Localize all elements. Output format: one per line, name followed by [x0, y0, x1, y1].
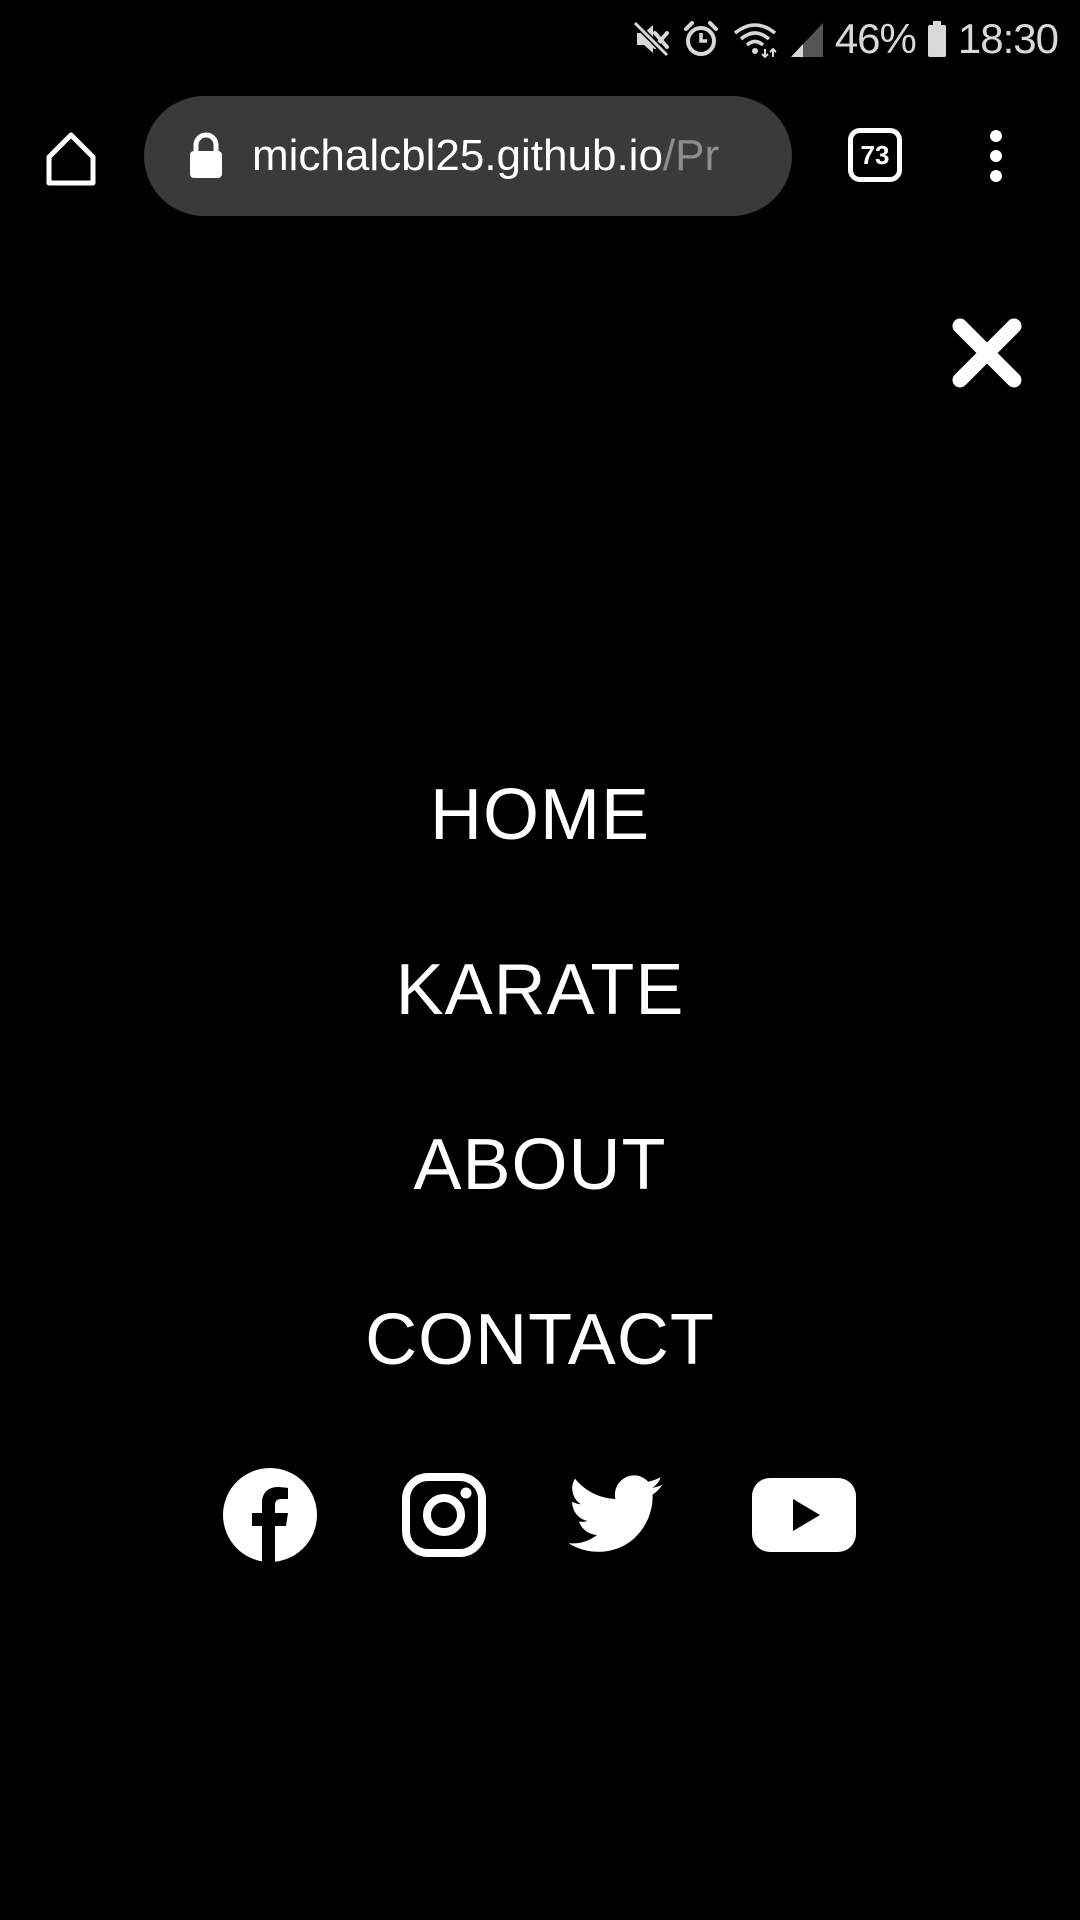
close-icon: [952, 318, 1022, 388]
status-icons: 46% 18:30: [631, 14, 1059, 64]
mute-icon: [631, 19, 671, 59]
alarm-icon: [681, 19, 721, 59]
nav-item-karate[interactable]: KARATE: [0, 935, 1080, 1110]
battery-percent: 46%: [834, 15, 917, 62]
tab-switcher-button[interactable]: 73: [848, 128, 902, 182]
nav-item-home[interactable]: HOME: [0, 760, 1080, 935]
youtube-icon: [752, 1478, 856, 1552]
url-host: michalcbl25.github.io: [252, 131, 663, 180]
address-bar[interactable]: michalcbl25.github.io/Pr: [144, 96, 792, 216]
url-path: /Pr: [662, 131, 720, 180]
social-links: [0, 1460, 1080, 1570]
battery-icon: [926, 19, 948, 59]
home-button[interactable]: [36, 124, 106, 194]
home-icon: [46, 132, 96, 186]
url-text[interactable]: michalcbl25.github.io/Pr: [252, 96, 770, 216]
nav-item-about[interactable]: ABOUT: [0, 1110, 1080, 1285]
main-nav-menu: HOME KARATE ABOUT CONTACT: [0, 760, 1080, 1460]
clock: 18:30: [957, 15, 1059, 62]
youtube-link[interactable]: [752, 1460, 856, 1570]
twitter-icon: [569, 1475, 664, 1552]
instagram-link[interactable]: [400, 1460, 488, 1570]
status-bar: 46% 18:30: [0, 0, 1080, 78]
tab-count: 73: [860, 139, 890, 170]
facebook-link[interactable]: [222, 1460, 318, 1570]
twitter-link[interactable]: [568, 1460, 666, 1570]
signal-icon: [789, 19, 825, 59]
nav-item-contact[interactable]: CONTACT: [0, 1285, 1080, 1460]
more-vert-icon[interactable]: [970, 126, 1022, 186]
instagram-icon: [402, 1473, 486, 1557]
browser-toolbar: michalcbl25.github.io/Pr 73: [0, 78, 1080, 236]
lock-icon: [190, 132, 222, 178]
wifi-icon: [731, 19, 779, 59]
facebook-icon: [223, 1468, 317, 1562]
close-menu-button[interactable]: [950, 316, 1024, 390]
